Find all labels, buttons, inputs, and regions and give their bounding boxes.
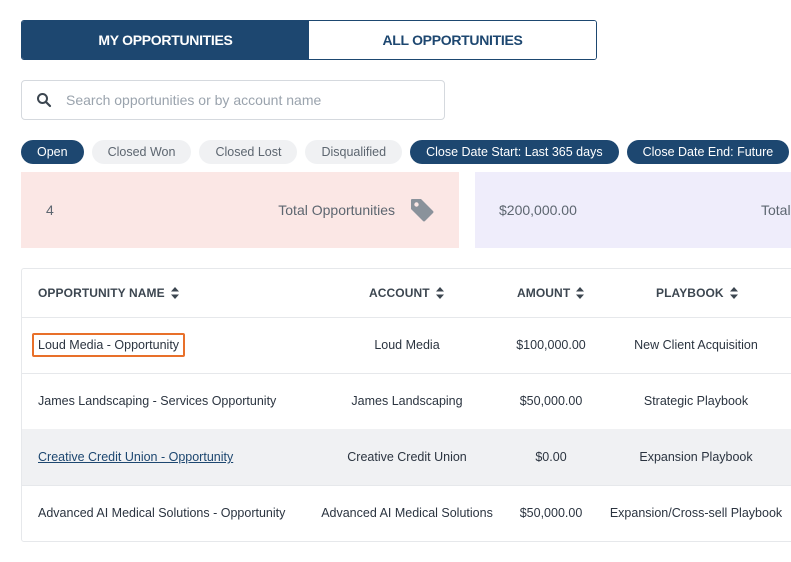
total-amount-value: $200,000.00: [499, 202, 577, 218]
opportunities-table: OPPORTUNITY NAME ACCOUNT AMOUNT PLAYBOOK: [21, 268, 791, 542]
filter-chip-close-date-end[interactable]: Close Date End: Future: [626, 140, 790, 164]
filter-chip-closed-won[interactable]: Closed Won: [91, 140, 192, 164]
playbook-cell: Expansion Playbook: [639, 450, 753, 464]
opportunity-name-cell: Advanced AI Medical Solutions - Opportun…: [38, 485, 285, 541]
column-header-playbook[interactable]: PLAYBOOK: [656, 269, 738, 317]
filter-chip-open[interactable]: Open: [21, 140, 84, 164]
account-cell: James Landscaping: [351, 394, 463, 408]
total-opportunities-card: 4 Total Opportunities: [21, 172, 459, 248]
search-box: [21, 80, 445, 120]
amount-cell: $100,000.00: [516, 338, 586, 352]
filter-chip-closed-lost[interactable]: Closed Lost: [199, 140, 298, 164]
column-header-account[interactable]: ACCOUNT: [369, 269, 444, 317]
table-row[interactable]: Loud Media - Opportunity Loud Media $100…: [22, 317, 791, 374]
table-row[interactable]: Advanced AI Medical Solutions - Opportun…: [22, 485, 791, 541]
account-cell: Advanced AI Medical Solutions: [321, 506, 493, 520]
account-cell: Creative Credit Union: [347, 450, 467, 464]
sort-arrows-icon: [729, 287, 738, 299]
filter-chip-close-date-start[interactable]: Close Date Start: Last 365 days: [410, 140, 619, 164]
opportunity-name-cell: Creative Credit Union - Opportunity: [38, 429, 233, 485]
total-amount-label: Total: [761, 202, 791, 218]
search-input[interactable]: [64, 91, 444, 109]
opportunity-name-link[interactable]: James Landscaping - Services Opportunity: [38, 394, 276, 408]
opportunity-scope-tabs: MY OPPORTUNITIES ALL OPPORTUNITIES: [21, 20, 597, 60]
amount-cell: $50,000.00: [519, 506, 583, 520]
column-header-label: ACCOUNT: [369, 286, 430, 300]
column-header-label: PLAYBOOK: [656, 286, 724, 300]
opportunity-name-link[interactable]: Loud Media - Opportunity: [32, 333, 186, 357]
tab-my-opportunities[interactable]: MY OPPORTUNITIES: [22, 21, 309, 59]
column-header-opportunity-name[interactable]: OPPORTUNITY NAME: [38, 269, 179, 317]
table-row[interactable]: Creative Credit Union - Opportunity Crea…: [22, 429, 791, 486]
playbook-cell: Strategic Playbook: [643, 394, 749, 408]
price-tag-icon: [409, 197, 435, 223]
filter-chip-disqualified[interactable]: Disqualified: [305, 140, 403, 164]
opportunity-name-link[interactable]: Advanced AI Medical Solutions - Opportun…: [38, 506, 285, 520]
search-icon: [36, 92, 52, 108]
sort-arrows-icon: [170, 287, 179, 299]
column-header-label: AMOUNT: [517, 286, 571, 300]
opportunity-name-cell: Loud Media - Opportunity: [32, 317, 186, 373]
playbook-cell: Expansion/Cross-sell Playbook: [609, 506, 783, 520]
opportunity-name-cell: James Landscaping - Services Opportunity: [38, 373, 276, 429]
table-row[interactable]: James Landscaping - Services Opportunity…: [22, 373, 791, 430]
table-header: OPPORTUNITY NAME ACCOUNT AMOUNT PLAYBOOK: [22, 269, 791, 318]
total-opportunities-count: 4: [46, 202, 54, 218]
column-header-label: OPPORTUNITY NAME: [38, 286, 165, 300]
tab-all-opportunities[interactable]: ALL OPPORTUNITIES: [309, 21, 596, 59]
sort-arrows-icon: [435, 287, 444, 299]
total-opportunities-label: Total Opportunities: [278, 202, 395, 218]
sort-arrows-icon: [576, 287, 585, 299]
playbook-cell: New Client Acquisition: [634, 338, 758, 352]
opportunity-name-link[interactable]: Creative Credit Union - Opportunity: [38, 450, 233, 464]
column-header-amount[interactable]: AMOUNT: [517, 269, 585, 317]
account-cell: Loud Media: [374, 338, 440, 352]
filter-chips: Open Closed Won Closed Lost Disqualified…: [21, 140, 791, 164]
total-amount-card: $200,000.00 Total: [475, 172, 791, 248]
amount-cell: $0.00: [535, 450, 567, 464]
amount-cell: $50,000.00: [519, 394, 583, 408]
